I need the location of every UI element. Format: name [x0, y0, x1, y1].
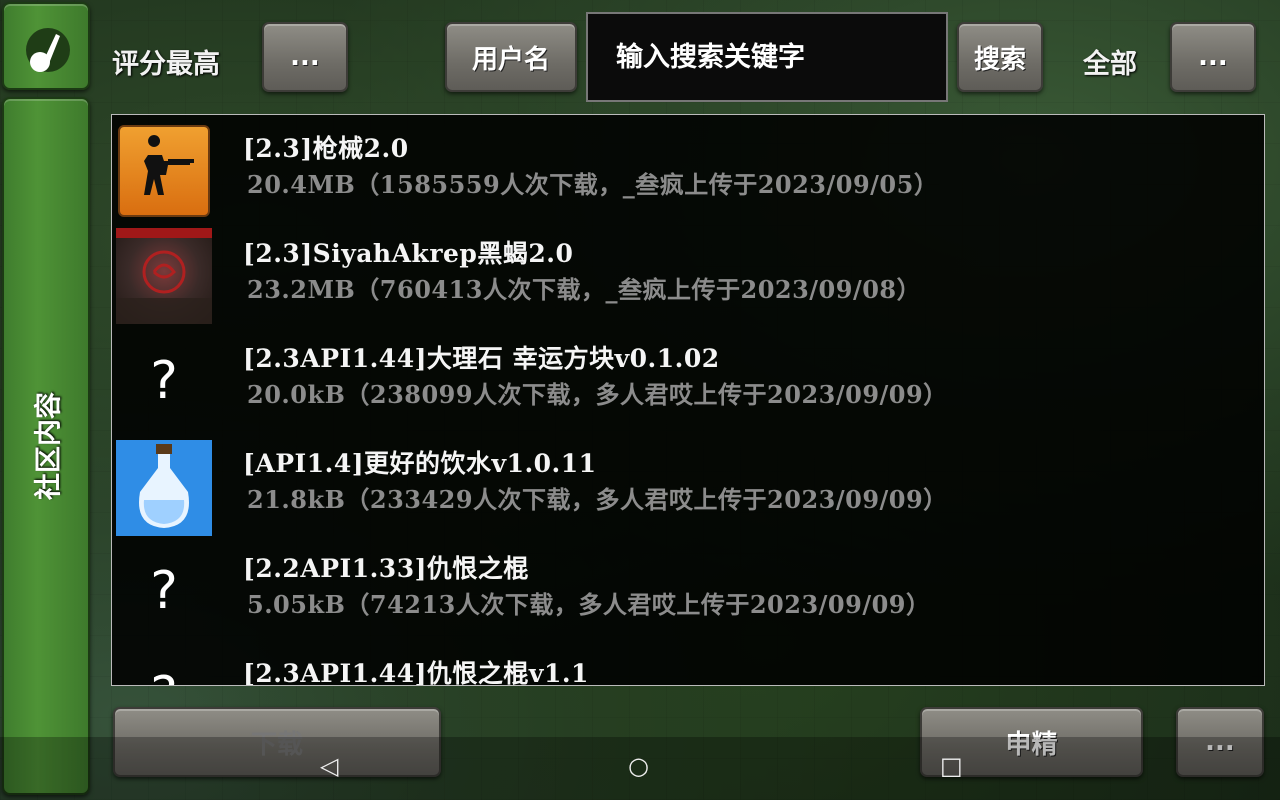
water-bottle-icon	[116, 440, 212, 536]
scorpion-emblem-icon	[116, 228, 212, 324]
item-title: [2.3API1.44]大理石 幸运方块v0.1.02	[243, 344, 720, 373]
item-meta: 5.05kB（74213人次下载，多人君哎上传于2023/09/09）	[247, 590, 931, 619]
sort-label: 评分最高	[112, 49, 220, 80]
search-button[interactable]: 搜索	[957, 22, 1043, 92]
soldier-rifle-icon	[118, 125, 210, 217]
community-content-tab[interactable]: 社区内容	[2, 97, 90, 795]
list-item[interactable]: [API1.4]更好的饮水v1.0.11 21.8kB（233429人次下载，多…	[112, 430, 1262, 536]
sort-more-button[interactable]: ...	[262, 22, 348, 92]
filter-more-button[interactable]: ...	[1170, 22, 1256, 92]
item-title: [API1.4]更好的饮水v1.0.11	[243, 449, 597, 478]
list-item[interactable]: [2.3]枪械2.0 20.4MB（1585559人次下载，_叁疯上传于2023…	[112, 115, 1262, 220]
item-meta: 23.2MB（760413人次下载，_叁疯上传于2023/09/08）	[247, 275, 922, 304]
item-meta: 20.4MB（1585559人次下载，_叁疯上传于2023/09/05）	[247, 170, 939, 199]
item-meta: 21.8kB（233429人次下载，多人君哎上传于2023/09/09）	[247, 485, 948, 514]
item-title: [2.3]SiyahAkrep黑蝎2.0	[243, 239, 574, 268]
question-mark-icon: ?	[116, 648, 212, 685]
search-input[interactable]	[616, 41, 926, 73]
back-icon[interactable]: ◁	[320, 752, 338, 780]
list-item[interactable]: ? [2.2API1.33]仇恨之棍 5.05kB（74213人次下载，多人君哎…	[112, 535, 1262, 640]
content-list[interactable]: [2.3]枪械2.0 20.4MB（1585559人次下载，_叁疯上传于2023…	[111, 114, 1265, 686]
community-content-label: 社区内容	[33, 392, 65, 500]
home-icon[interactable]: ○	[628, 752, 649, 780]
list-item[interactable]: ? [2.3API1.44]仇恨之棍v1.1	[112, 640, 1262, 686]
recent-apps-icon[interactable]: □	[940, 752, 963, 780]
mod-logo-icon	[26, 28, 70, 72]
item-title: [2.2API1.33]仇恨之棍	[243, 554, 529, 583]
list-item[interactable]: ? [2.3API1.44]大理石 幸运方块v0.1.02 20.0kB（238…	[112, 325, 1262, 430]
search-field[interactable]	[586, 12, 948, 102]
question-mark-icon: ?	[150, 561, 178, 621]
home-menu-button[interactable]	[2, 2, 90, 90]
question-mark-icon: ?	[150, 351, 178, 411]
item-meta: 20.0kB（238099人次下载，多人君哎上传于2023/09/09）	[247, 380, 948, 409]
list-item[interactable]: [2.3]SiyahAkrep黑蝎2.0 23.2MB（760413人次下载，_…	[112, 220, 1262, 325]
item-title: [2.3]枪械2.0	[243, 134, 409, 163]
item-title: [2.3API1.44]仇恨之棍v1.1	[243, 659, 589, 686]
username-button[interactable]: 用户名	[445, 22, 577, 92]
filter-label: 全部	[1083, 49, 1137, 80]
